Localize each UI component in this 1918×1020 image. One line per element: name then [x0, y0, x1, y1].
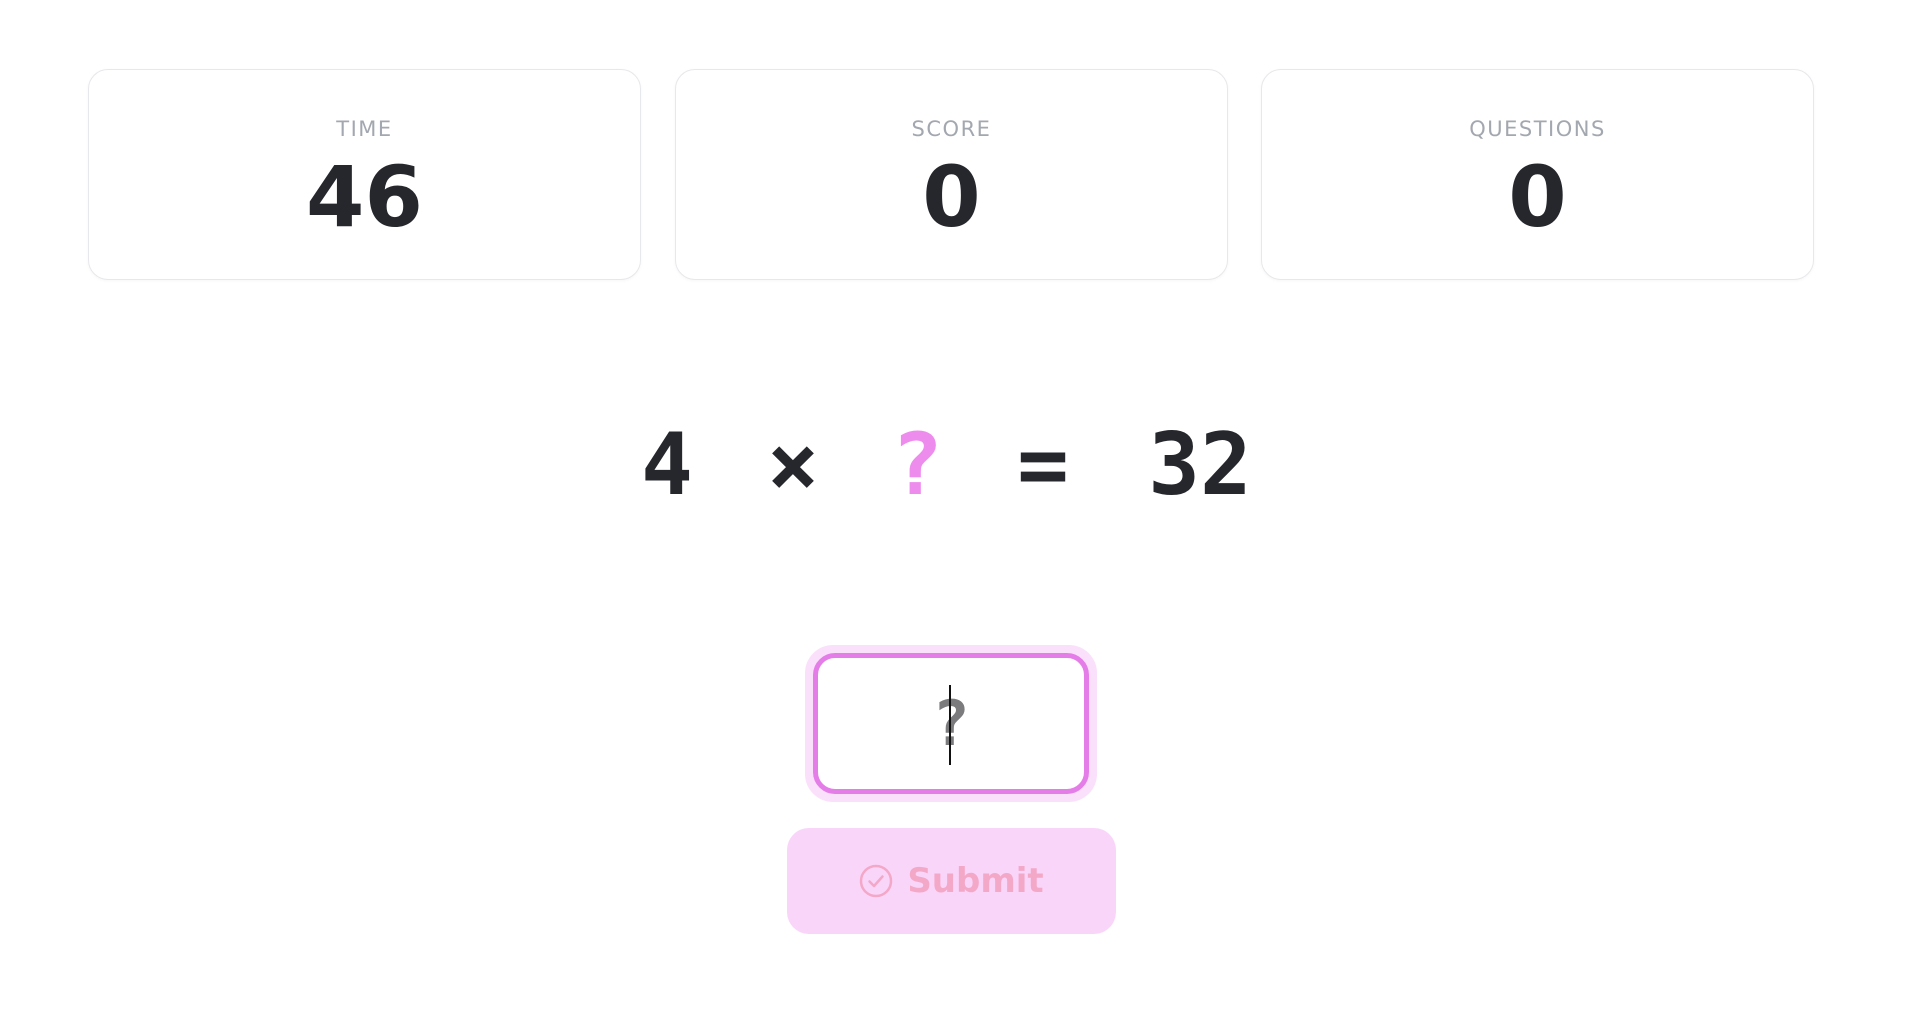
- score-label: SCORE: [911, 117, 992, 141]
- answer-input-focus-ring: [805, 645, 1097, 802]
- equation-equals: =: [1017, 415, 1069, 515]
- score-card: SCORE 0: [675, 69, 1228, 280]
- time-value: 46: [306, 148, 423, 246]
- equation-operand-a: 4: [641, 415, 693, 515]
- questions-value: 0: [1508, 148, 1567, 246]
- time-label: TIME: [336, 117, 393, 141]
- answer-input[interactable]: [813, 653, 1089, 794]
- text-caret: [949, 685, 951, 765]
- questions-label: QUESTIONS: [1469, 117, 1606, 141]
- check-circle-icon: [859, 864, 893, 898]
- math-game-app: TIME 46 SCORE 0 QUESTIONS 0 4 × ? = 32 S…: [0, 0, 1918, 1020]
- equation-result: 32: [1148, 415, 1252, 515]
- time-card: TIME 46: [88, 69, 641, 280]
- submit-button[interactable]: Submit: [787, 828, 1116, 934]
- equation-operator: ×: [767, 415, 819, 515]
- score-value: 0: [922, 148, 981, 246]
- questions-card: QUESTIONS 0: [1261, 69, 1814, 280]
- equation-unknown: ?: [891, 415, 943, 515]
- submit-label: Submit: [907, 861, 1044, 901]
- equation: 4 × ? = 32: [0, 410, 1918, 520]
